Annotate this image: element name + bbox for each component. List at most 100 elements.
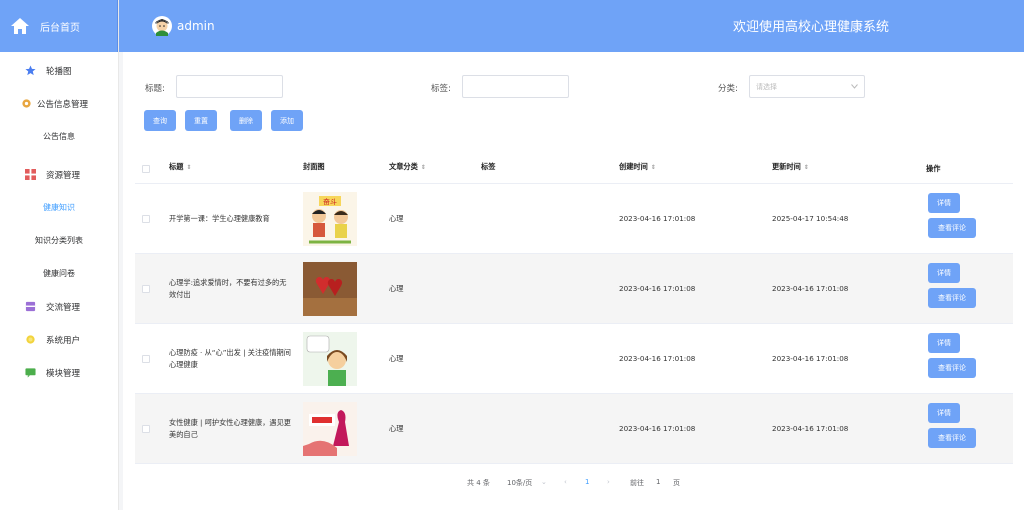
header-updated[interactable]: 更新时间 ⇕ — [772, 162, 809, 172]
gear-icon — [20, 98, 32, 110]
sidebar-item-label: 公告信息管理 — [37, 99, 89, 110]
prev-page-icon[interactable]: ‹ — [564, 478, 567, 486]
cover-image: 奋斗 — [303, 192, 357, 246]
row-category: 心理 — [389, 354, 404, 363]
sidebar: 后台首页 轮播图 公告信息管理 公告信息 资源管理 健康知识 知识分类列表 健康… — [0, 0, 119, 510]
add-button[interactable]: 添加 — [271, 110, 303, 131]
pagination-total: 共 4 条 — [467, 479, 490, 487]
sidebar-sub-health-knowledge[interactable]: 健康知识 — [0, 191, 118, 224]
view-comments-button[interactable]: 查看评论 — [928, 288, 976, 308]
header-category-text: 文章分类 — [389, 162, 418, 171]
tag-filter-input[interactable] — [462, 75, 569, 98]
sort-icon[interactable]: ⇕ — [804, 164, 809, 171]
svg-text:奋斗: 奋斗 — [323, 197, 337, 206]
row-checkbox[interactable] — [142, 285, 150, 293]
page-size-select[interactable]: 10条/页 — [507, 478, 532, 488]
row-updated: 2025-04-17 10:54:48 — [772, 214, 849, 223]
table-row: 开学第一课：学生心理健康教育 奋斗 心理 2023-04-16 17:01:08… — [135, 184, 1013, 254]
goto-label: 前往 — [630, 479, 644, 487]
row-created: 2023-04-16 17:01:08 — [619, 214, 696, 223]
detail-button[interactable]: 详情 — [928, 333, 960, 353]
reset-button[interactable]: 重置 — [185, 110, 217, 131]
row-checkbox[interactable] — [142, 425, 150, 433]
title-filter-label: 标题: — [145, 84, 165, 94]
search-button[interactable]: 查询 — [144, 110, 176, 131]
row-category: 心理 — [389, 284, 404, 293]
row-updated: 2023-04-16 17:01:08 — [772, 424, 849, 433]
header-tag: 标签 — [481, 162, 496, 171]
view-comments-button[interactable]: 查看评论 — [928, 428, 976, 448]
category-select[interactable]: 请选择 — [749, 75, 865, 98]
sidebar-sub-knowledge-category[interactable]: 知识分类列表 — [0, 224, 118, 257]
sun-icon — [24, 334, 36, 346]
table-row: 女性健康 | 呵护女性心理健康，遇见更美的自己 心理 2023-04-16 17… — [135, 394, 1013, 464]
sidebar-item-resource-mgmt[interactable]: 资源管理 — [0, 158, 118, 191]
header-title-text: 标题 — [169, 162, 184, 171]
view-comments-button[interactable]: 查看评论 — [928, 358, 976, 378]
sidebar-item-carousel[interactable]: 轮播图 — [0, 54, 118, 87]
sort-icon[interactable]: ⇕ — [186, 164, 191, 171]
sidebar-item-announcement-mgmt[interactable]: 公告信息管理 — [0, 87, 118, 120]
sort-icon[interactable]: ⇕ — [421, 164, 426, 171]
table-header-row: 标题 ⇕ 封面图 文章分类 ⇕ 标签 创建时间 ⇕ 更新时间 ⇕ 操作 — [135, 152, 1013, 184]
chat-icon — [24, 367, 36, 379]
row-category: 心理 — [389, 214, 404, 223]
header-title[interactable]: 标题 ⇕ — [169, 162, 191, 172]
title-filter-input[interactable] — [176, 75, 283, 98]
tag-filter-label: 标签: — [431, 84, 451, 94]
page-suffix-label: 页 — [673, 479, 680, 487]
row-title: 开学第一课：学生心理健康教育 — [169, 214, 270, 223]
username-label[interactable]: admin — [177, 19, 215, 33]
row-created: 2023-04-16 17:01:08 — [619, 354, 696, 363]
select-all-checkbox[interactable] — [142, 165, 150, 173]
header-created-text: 创建时间 — [619, 162, 648, 171]
main-content: 标题: 标签: 分类: 请选择 查询 重置 删除 添加 标题 ⇕ 封面图 文章分类… — [123, 52, 1024, 510]
table-row: 心理防疫 · 从“心”出发 | 关注疫情期间心理健康 心理 2023-04-16… — [135, 324, 1013, 394]
next-page-icon[interactable]: › — [607, 478, 610, 486]
sidebar-sub-announcement[interactable]: 公告信息 — [0, 120, 118, 153]
cover-image — [303, 332, 357, 386]
category-select-placeholder: 请选择 — [756, 82, 777, 91]
sort-icon[interactable]: ⇕ — [651, 164, 656, 171]
grid-icon — [24, 169, 36, 181]
current-page[interactable]: 1 — [585, 478, 589, 486]
top-header: admin 欢迎使用高校心理健康系统 — [119, 0, 1024, 52]
row-title: 心理防疫 · 从“心”出发 | 关注疫情期间心理健康 — [169, 348, 291, 369]
page-size-chevron-icon[interactable]: ⌄ — [541, 478, 547, 486]
row-title: 女性健康 | 呵护女性心理健康，遇见更美的自己 — [169, 418, 291, 439]
sidebar-item-module-mgmt[interactable]: 模块管理 — [0, 356, 118, 389]
delete-button[interactable]: 删除 — [230, 110, 262, 131]
row-created: 2023-04-16 17:01:08 — [619, 284, 696, 293]
view-comments-button[interactable]: 查看评论 — [928, 218, 976, 238]
header-actions: 操作 — [926, 164, 941, 173]
sidebar-home[interactable]: 后台首页 — [0, 0, 118, 52]
detail-button[interactable]: 详情 — [928, 403, 960, 423]
sidebar-sub-health-survey[interactable]: 健康问卷 — [0, 257, 118, 290]
sidebar-item-label: 资源管理 — [46, 170, 81, 181]
table-row: 心理学:追求爱情时，不要有过多的无效付出 心理 2023-04-16 17:01… — [135, 254, 1013, 324]
header-updated-text: 更新时间 — [772, 162, 801, 171]
welcome-title: 欢迎使用高校心理健康系统 — [733, 20, 890, 35]
sidebar-item-system-users[interactable]: 系统用户 — [0, 323, 118, 356]
sidebar-item-communication-mgmt[interactable]: 交流管理 — [0, 290, 118, 323]
row-updated: 2023-04-16 17:01:08 — [772, 354, 849, 363]
avatar[interactable] — [151, 15, 173, 37]
home-icon — [10, 16, 30, 36]
row-category: 心理 — [389, 424, 404, 433]
goto-page-input[interactable]: 1 — [656, 478, 660, 486]
article-table: 标题 ⇕ 封面图 文章分类 ⇕ 标签 创建时间 ⇕ 更新时间 ⇕ 操作 开学第一课：学生… — [135, 152, 1013, 464]
detail-button[interactable]: 详情 — [928, 263, 960, 283]
header-cover: 封面图 — [303, 162, 325, 171]
category-filter-label: 分类: — [718, 84, 738, 94]
row-checkbox[interactable] — [142, 355, 150, 363]
header-category[interactable]: 文章分类 ⇕ — [389, 162, 426, 172]
row-checkbox[interactable] — [142, 215, 150, 223]
cover-image — [303, 402, 357, 456]
chevron-down-icon — [851, 83, 858, 91]
box-icon — [24, 301, 36, 313]
row-updated: 2023-04-16 17:01:08 — [772, 284, 849, 293]
row-title: 心理学:追求爱情时，不要有过多的无效付出 — [169, 278, 287, 299]
header-created[interactable]: 创建时间 ⇕ — [619, 162, 656, 172]
detail-button[interactable]: 详情 — [928, 193, 960, 213]
sidebar-home-label: 后台首页 — [40, 22, 80, 34]
